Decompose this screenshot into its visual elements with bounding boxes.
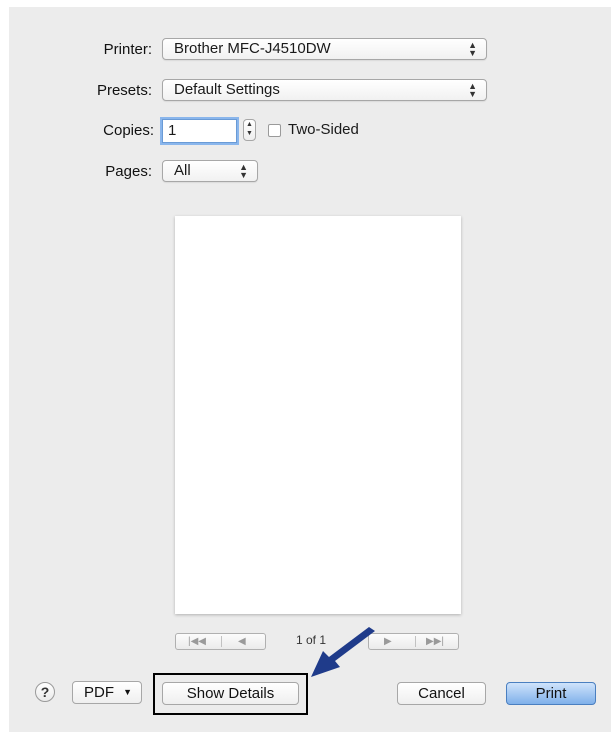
pages-label: Pages: bbox=[105, 163, 152, 180]
two-sided-checkbox[interactable] bbox=[268, 124, 281, 137]
copies-stepper[interactable]: ▲ ▼ bbox=[243, 119, 256, 141]
chevron-down-icon: ▼ bbox=[123, 687, 132, 697]
printer-value: Brother MFC-J4510DW bbox=[174, 40, 331, 57]
copies-field[interactable]: 1 bbox=[162, 119, 237, 143]
pdf-menu-button[interactable]: PDF ▼ bbox=[72, 681, 142, 704]
prev-page-icon[interactable]: ◀ bbox=[238, 634, 246, 649]
presets-value: Default Settings bbox=[174, 81, 280, 98]
two-sided-label: Two-Sided bbox=[288, 121, 359, 138]
arrow-annotation-icon bbox=[311, 627, 375, 677]
updown-chevron-icon: ▲ ▼ bbox=[468, 40, 477, 58]
printer-label: Printer: bbox=[103, 41, 152, 58]
help-button[interactable]: ? bbox=[35, 682, 55, 702]
presets-select[interactable]: Default Settings ▲ ▼ bbox=[162, 79, 487, 101]
pages-value: All bbox=[174, 162, 191, 179]
printer-select[interactable]: Brother MFC-J4510DW ▲ ▼ bbox=[162, 38, 487, 60]
next-page-icon[interactable]: ▶ bbox=[384, 634, 392, 649]
print-preview-page bbox=[175, 216, 461, 614]
copies-label: Copies: bbox=[103, 122, 154, 139]
updown-chevron-icon: ▲ ▼ bbox=[468, 81, 477, 99]
pdf-label: PDF bbox=[84, 684, 114, 701]
updown-chevron-icon: ▲ ▼ bbox=[239, 162, 248, 180]
presets-label: Presets: bbox=[96, 82, 152, 99]
cancel-button[interactable]: Cancel bbox=[397, 682, 486, 705]
last-page-icon[interactable]: ▶▶| bbox=[426, 634, 444, 649]
first-page-icon[interactable]: |◀◀ bbox=[188, 634, 206, 649]
print-button[interactable]: Print bbox=[506, 682, 596, 705]
highlight-frame bbox=[153, 673, 308, 715]
pages-select[interactable]: All ▲ ▼ bbox=[162, 160, 258, 182]
pager-back-group[interactable]: |◀◀ ◀ bbox=[175, 633, 266, 650]
pager-forward-group[interactable]: ▶ ▶▶| bbox=[368, 633, 459, 650]
